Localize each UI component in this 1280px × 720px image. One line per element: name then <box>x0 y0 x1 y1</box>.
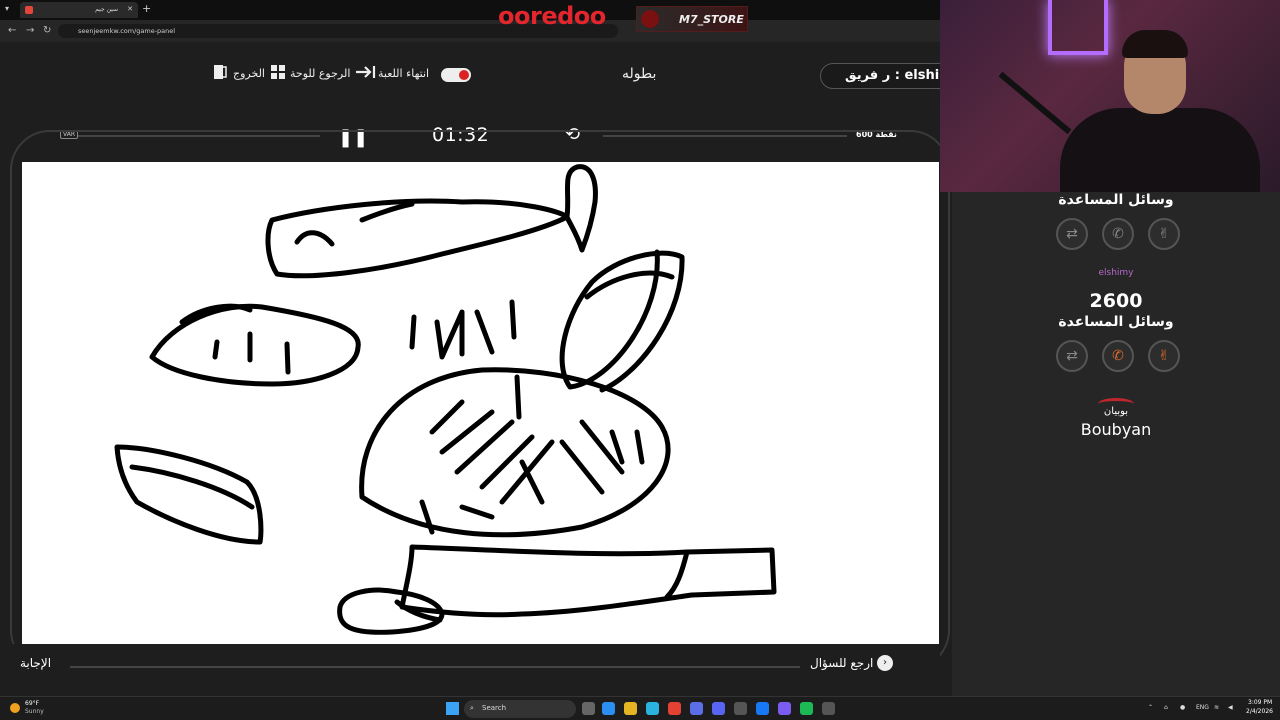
edge-icon[interactable] <box>646 702 659 715</box>
two-answers-icon[interactable]: ⇄ <box>1056 340 1088 372</box>
search-placeholder: Search <box>482 704 507 712</box>
address-bar: ← → ↻ seenjeemkw.com/game-panel <box>0 20 940 42</box>
discord-icon[interactable] <box>712 702 725 715</box>
team-name: elshimy <box>1098 268 1134 278</box>
board-grid-icon[interactable] <box>270 64 286 80</box>
m7-store-text: M7_STORE <box>679 13 744 26</box>
m7-store-banner: M7_STORE <box>636 6 748 32</box>
phone-icon[interactable]: ✆ <box>1102 218 1134 250</box>
store-icon[interactable] <box>690 702 703 715</box>
sketch-stroke <box>409 299 517 360</box>
drawing-canvas[interactable] <box>22 162 939 644</box>
answer-button[interactable]: الإجابة <box>20 656 51 670</box>
chevron-up-icon[interactable]: ⌃ <box>1148 704 1153 711</box>
tab-title: سين جيم <box>95 6 118 13</box>
weather-desc: Sunny <box>25 708 44 715</box>
helpers-title-team1: وسائل المساعدة <box>1058 192 1174 208</box>
sketch-stroke <box>419 374 645 535</box>
sketch-stroke <box>294 230 335 247</box>
app-icon[interactable] <box>602 702 615 715</box>
ooredoo-logo: ooredoo <box>498 2 606 30</box>
obs-icon[interactable] <box>734 702 747 715</box>
mic-icon[interactable]: ● <box>1180 704 1185 711</box>
tab-list-icon[interactable]: ▾ <box>5 4 9 13</box>
end-game-toggle[interactable] <box>441 68 471 82</box>
game-header: الخروج الرجوع للوحة انتهاء اللعبة بطوله … <box>0 42 960 108</box>
sketch-stroke <box>265 198 570 279</box>
volume-icon[interactable]: ◀ <box>1228 704 1233 711</box>
bottom-rail <box>70 666 800 668</box>
facebook-icon[interactable] <box>756 702 769 715</box>
site-favicon-icon <box>25 6 33 14</box>
search-icon: ⌕ <box>470 704 474 712</box>
forward-arrow-icon[interactable]: → <box>26 25 34 36</box>
streamer-hair <box>1122 30 1188 58</box>
language-indicator[interactable]: ENG <box>1196 704 1209 711</box>
back-to-question-button[interactable]: ارجع للسؤال <box>810 656 873 670</box>
sketch-stroke <box>564 164 598 253</box>
team-score: 2600 <box>1089 290 1143 312</box>
back-to-board-button[interactable]: الرجوع للوحة <box>290 67 350 80</box>
taskbar-search[interactable]: Search <box>464 700 576 718</box>
sketch-stroke <box>399 544 777 618</box>
chrome-icon[interactable] <box>668 702 681 715</box>
task-view-icon[interactable] <box>582 702 595 715</box>
bottom-bar: الإجابة ارجع للسؤال › <box>0 644 940 696</box>
hand-icon[interactable]: ✌ <box>1148 340 1180 372</box>
weather-temp: 69°F <box>25 700 40 707</box>
url-text: seenjeemkw.com/game-panel <box>78 27 176 35</box>
close-tab-icon[interactable]: ✕ <box>127 5 133 13</box>
right-panel: وسائل المساعدة ⇄ ✆ ✌ elshimy 2600 وسائل … <box>952 192 1280 696</box>
neon-sign-icon <box>1048 0 1108 55</box>
sketch-stroke <box>114 444 264 545</box>
app-icon[interactable] <box>822 702 835 715</box>
exit-button[interactable]: الخروج <box>233 67 265 80</box>
boubyan-logo-english: Boubyan <box>1080 420 1152 439</box>
team-turn-box: ر فريق : elshimy <box>820 63 960 89</box>
two-answers-icon[interactable]: ⇄ <box>1056 218 1088 250</box>
mic-arm <box>998 71 1072 135</box>
spotify-icon[interactable] <box>800 702 813 715</box>
end-game-arrow-icon[interactable] <box>354 64 376 80</box>
helpers-title-team2: وسائل المساعدة <box>1058 314 1174 330</box>
drawing-strokes <box>114 164 777 635</box>
file-explorer-icon[interactable] <box>624 702 637 715</box>
streamer-body <box>1060 108 1260 192</box>
browser-tab[interactable]: سين جيم ✕ <box>20 2 138 18</box>
sketch-stroke <box>664 549 690 600</box>
sun-icon[interactable] <box>10 703 20 713</box>
webcam-feed <box>940 0 1280 192</box>
sketch-stroke <box>212 331 291 375</box>
chevron-right-icon[interactable]: › <box>877 655 893 671</box>
toggle-knob-icon <box>459 70 469 80</box>
new-tab-icon[interactable]: + <box>142 2 151 15</box>
reload-icon[interactable]: ↻ <box>43 25 51 36</box>
phone-icon[interactable]: ✆ <box>1102 340 1134 372</box>
hand-icon[interactable]: ✌ <box>1148 218 1180 250</box>
end-game-button[interactable]: انتهاء اللعبة <box>378 67 429 80</box>
clock-time[interactable]: 3:09 PM <box>1248 699 1272 706</box>
windows-start-icon[interactable] <box>446 702 459 715</box>
taskbar: 69°F Sunny Search ⌕ ⌃ ⌂ ● ENG ≋ ◀ 3:09 P… <box>0 696 1280 720</box>
m7-logo-icon <box>641 10 659 28</box>
page-title: بطوله <box>622 66 657 82</box>
exit-door-icon[interactable] <box>212 64 228 80</box>
clock-date[interactable]: 2/4/2026 <box>1246 708 1273 715</box>
network-icon[interactable]: ⌂ <box>1164 704 1168 711</box>
boubyan-logo-arabic: بوبيان <box>1103 406 1129 417</box>
browser-tab-bar: ▾ سين جيم ✕ + <box>0 0 940 20</box>
sketch-stroke <box>149 303 361 387</box>
wifi-icon[interactable]: ≋ <box>1214 704 1219 711</box>
app-icon[interactable] <box>778 702 791 715</box>
back-arrow-icon[interactable]: ← <box>8 25 16 36</box>
